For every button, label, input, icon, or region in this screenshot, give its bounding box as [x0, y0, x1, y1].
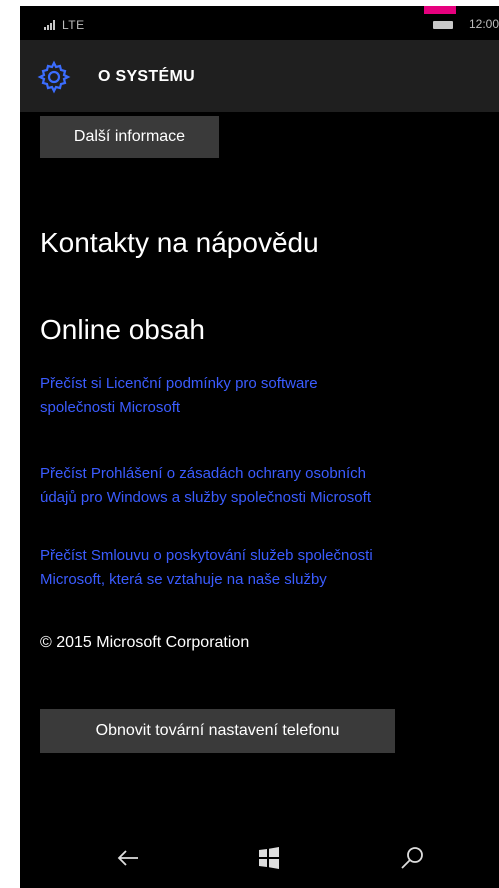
license-terms-line-1: Přečíst si Licenční podmínky pro softwar… [40, 375, 318, 392]
phone-screen: LTE 12:00 O SYSTÉMU Další informace Kont… [20, 6, 499, 888]
services-agreement-line-2: Microsoft, která se vztahuje na naše slu… [40, 571, 327, 588]
services-agreement-line-1: Přečíst Smlouvu o poskytování služeb spo… [40, 547, 373, 564]
search-icon[interactable] [396, 842, 428, 874]
network-label: LTE [62, 18, 85, 32]
page-title: O SYSTÉMU [98, 68, 195, 85]
privacy-statement-line-2: údajů pro Windows a služby společnosti M… [40, 489, 371, 506]
navigation-bar [20, 826, 499, 888]
license-terms-line-2: společnosti Microsoft [40, 399, 181, 416]
more-info-button[interactable]: Další informace [40, 116, 219, 158]
privacy-statement-line-1: Přečíst Prohlášení o zásadách ochrany os… [40, 465, 367, 482]
status-bar: LTE 12:00 [20, 6, 499, 40]
copyright-text: © 2015 Microsoft Corporation [40, 634, 250, 651]
online-content-heading: Online obsah [40, 314, 206, 345]
signal-icon [44, 20, 58, 30]
help-contacts-link[interactable]: Kontakty na nápovědu [40, 227, 319, 259]
back-arrow-icon[interactable] [112, 842, 144, 874]
clock: 12:00 [468, 17, 499, 31]
license-terms-link[interactable]: Přečíst si Licenční podmínky pro softwar… [40, 372, 499, 420]
services-agreement-link[interactable]: Přečíst Smlouvu o poskytování služeb spo… [40, 544, 499, 592]
battery-icon [433, 21, 453, 29]
factory-reset-button[interactable]: Obnovit tovární nastavení telefonu [40, 709, 395, 753]
gear-icon[interactable] [37, 60, 71, 94]
privacy-statement-link[interactable]: Přečíst Prohlášení o zásadách ochrany os… [40, 462, 499, 510]
page-header: O SYSTÉMU [20, 40, 499, 112]
windows-logo-icon[interactable] [253, 842, 285, 874]
